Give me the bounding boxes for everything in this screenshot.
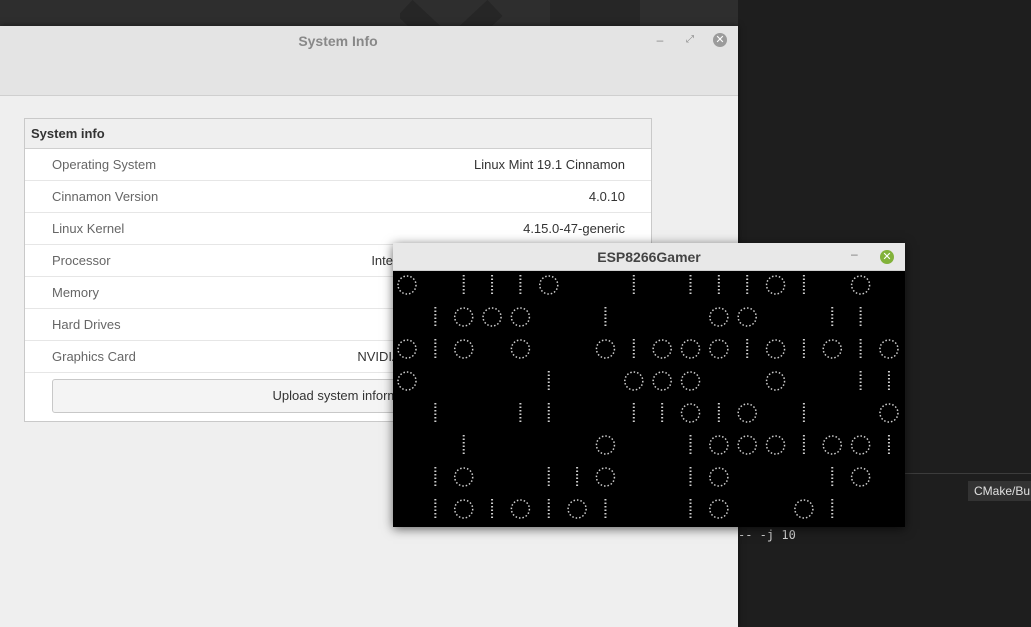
minimize-button[interactable]: – bbox=[851, 247, 858, 261]
panel-header: System info bbox=[25, 119, 651, 149]
glyph-zero bbox=[453, 499, 474, 519]
close-button[interactable]: ✕ bbox=[880, 250, 894, 264]
info-value: 4.0.10 bbox=[588, 189, 625, 204]
info-label: Operating System bbox=[52, 157, 157, 172]
info-value: 4.15.0-47-generic bbox=[523, 221, 625, 236]
glyph-zero bbox=[510, 339, 531, 359]
window-titlebar[interactable]: System Info – ⤢ ✕ bbox=[0, 26, 738, 96]
info-value: Inte bbox=[371, 253, 393, 268]
glyph-zero bbox=[453, 467, 474, 487]
glyph-zero bbox=[822, 435, 842, 455]
glyph-zero bbox=[850, 467, 871, 487]
glyph-zero bbox=[453, 307, 474, 327]
glyph-zero bbox=[822, 339, 842, 359]
glyph-zero bbox=[765, 339, 786, 359]
glyph-zero bbox=[765, 371, 786, 391]
info-label: Hard Drives bbox=[52, 317, 121, 332]
glyph-zero bbox=[737, 307, 757, 327]
glyph-zero bbox=[397, 275, 417, 295]
info-label: Memory bbox=[52, 285, 99, 300]
glyph-zero bbox=[680, 339, 701, 359]
glyph-zero bbox=[850, 435, 871, 455]
glyph-zero bbox=[397, 371, 417, 391]
glyph-zero bbox=[709, 435, 729, 455]
glyph-zero bbox=[765, 435, 786, 455]
glyph-zero bbox=[879, 403, 899, 423]
info-row-operating-system: Operating System Linux Mint 19.1 Cinnamo… bbox=[25, 149, 651, 181]
minimize-button[interactable]: – bbox=[652, 32, 668, 48]
terminal-command-text: -- -j 10 bbox=[738, 528, 796, 542]
glyph-zero bbox=[737, 435, 757, 455]
glyph-zero bbox=[652, 339, 672, 359]
glyph-zero bbox=[680, 371, 701, 391]
glyph-zero bbox=[709, 307, 729, 327]
glyph-zero bbox=[567, 499, 587, 519]
glyph-zero bbox=[709, 499, 729, 519]
window-titlebar[interactable]: ESP8266Gamer – ✕ bbox=[393, 243, 905, 271]
info-row-linux-kernel: Linux Kernel 4.15.0-47-generic bbox=[25, 213, 651, 245]
glyph-zero bbox=[453, 339, 474, 359]
glyph-zero bbox=[879, 339, 899, 359]
info-label: Cinnamon Version bbox=[52, 189, 159, 204]
glyph-zero bbox=[680, 403, 701, 423]
glyph-zero bbox=[709, 467, 729, 487]
glyph-zero bbox=[595, 467, 616, 487]
glyph-zero bbox=[850, 275, 871, 295]
esp8266gamer-window[interactable]: ESP8266Gamer – ✕ bbox=[393, 243, 905, 527]
info-label: Processor bbox=[52, 253, 111, 268]
glyph-zero bbox=[510, 307, 531, 327]
glyph-zero bbox=[482, 307, 502, 327]
terminal-tab[interactable]: CMake/Bu bbox=[968, 481, 1031, 501]
glyph-zero bbox=[595, 435, 616, 455]
info-row-cinnamon-version: Cinnamon Version 4.0.10 bbox=[25, 181, 651, 213]
glyph-zero bbox=[595, 339, 616, 359]
glyph-zero bbox=[624, 371, 644, 391]
glyph-zero bbox=[397, 339, 417, 359]
info-label: Graphics Card bbox=[52, 349, 136, 364]
glyph-zero bbox=[652, 371, 672, 391]
close-button[interactable]: ✕ bbox=[713, 33, 727, 47]
window-title: System Info bbox=[298, 33, 378, 49]
glyph-zero bbox=[737, 403, 757, 423]
info-label: Linux Kernel bbox=[52, 221, 125, 236]
glyph-zero bbox=[765, 275, 786, 295]
glyph-zero bbox=[539, 275, 559, 295]
glyph-zero bbox=[510, 499, 531, 519]
info-value: Linux Mint 19.1 Cinnamon bbox=[473, 157, 625, 172]
window-title: ESP8266Gamer bbox=[597, 249, 701, 265]
game-screen[interactable] bbox=[393, 271, 905, 527]
glyph-zero bbox=[709, 339, 729, 359]
glyph-zero bbox=[794, 499, 814, 519]
maximize-button[interactable]: ⤢ bbox=[682, 32, 698, 48]
